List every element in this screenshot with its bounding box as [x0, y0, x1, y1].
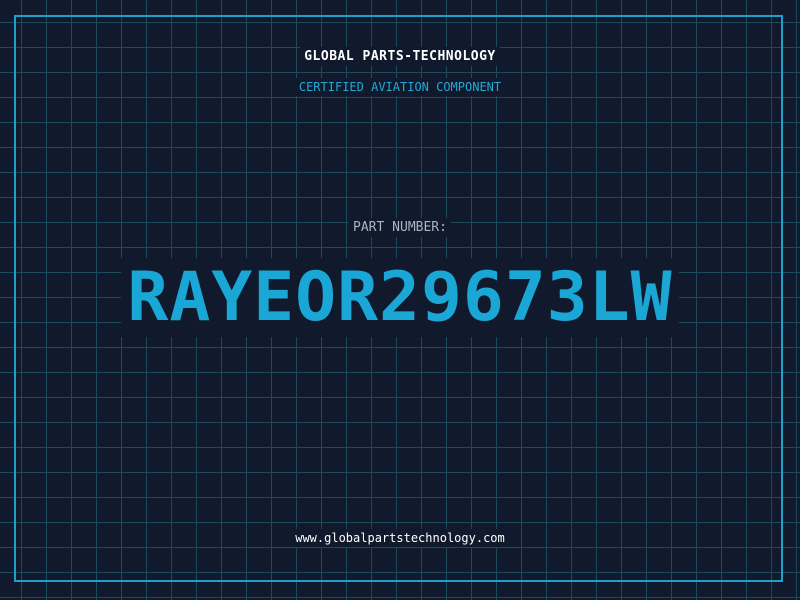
tagline: CERTIFIED AVIATION COMPONENT	[0, 78, 800, 96]
label-card: GLOBAL PARTS-TECHNOLOGY CERTIFIED AVIATI…	[0, 0, 800, 600]
part-number-text: RAYEOR29673LW	[121, 258, 679, 337]
website-url: www.globalpartstechnology.com	[0, 529, 800, 547]
tagline-text: CERTIFIED AVIATION COMPONENT	[294, 78, 506, 96]
part-number-value: RAYEOR29673LW	[0, 258, 800, 338]
company-name: GLOBAL PARTS-TECHNOLOGY	[0, 47, 800, 66]
website-url-text: www.globalpartstechnology.com	[291, 529, 509, 547]
company-name-text: GLOBAL PARTS-TECHNOLOGY	[300, 47, 500, 66]
part-number-label-text: PART NUMBER:	[349, 218, 451, 237]
part-number-label: PART NUMBER:	[0, 218, 800, 237]
